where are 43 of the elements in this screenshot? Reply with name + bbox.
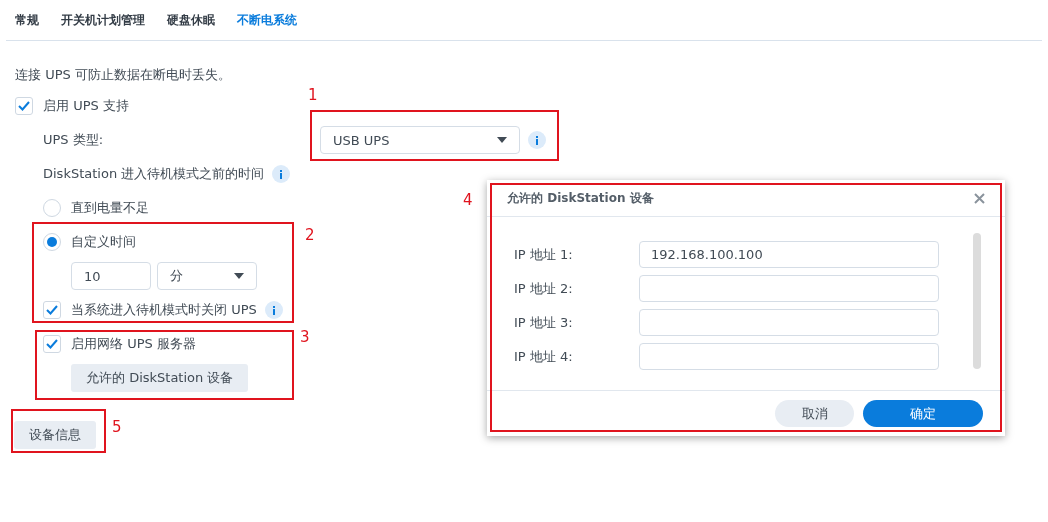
close-icon[interactable] xyxy=(974,192,985,204)
annotation-number: 2 xyxy=(305,226,315,244)
cancel-button[interactable]: 取消 xyxy=(775,400,854,427)
info-icon[interactable] xyxy=(528,131,546,149)
ok-button[interactable]: 确定 xyxy=(863,400,983,427)
ip-input-field[interactable] xyxy=(639,275,939,302)
ip-input-field[interactable] xyxy=(639,343,939,370)
scrollbar[interactable] xyxy=(973,233,981,369)
allowed-devices-button[interactable]: 允许的 DiskStation 设备 xyxy=(71,364,249,392)
ip-label: IP 地址 3: xyxy=(514,313,574,332)
field-label: UPS 类型: xyxy=(43,131,105,149)
ip-input-field[interactable]: 192.168.100.100 xyxy=(639,241,939,268)
device-info-button[interactable]: 设备信息 xyxy=(14,421,96,449)
time-input-field[interactable]: 10 xyxy=(71,262,151,290)
ups-type-dropdown[interactable]: USB UPS xyxy=(320,126,520,154)
checkbox[interactable] xyxy=(15,97,33,115)
intro-text: 连接 UPS 可防止数据在断电时丢失。 xyxy=(15,65,231,84)
checkbox-label: 当系统进入待机模式时关闭 UPS xyxy=(71,301,257,319)
info-icon[interactable] xyxy=(272,165,291,183)
checkbox-label: 启用网络 UPS 服务器 xyxy=(71,335,196,353)
field-label: DiskStation 进入待机模式之前的时间 xyxy=(43,165,265,183)
annotation-number: 1 xyxy=(308,86,318,104)
ip-label: IP 地址 4: xyxy=(514,347,574,366)
ip-label: IP 地址 1: xyxy=(514,245,574,264)
checkbox[interactable] xyxy=(43,301,61,319)
info-icon[interactable] xyxy=(264,301,283,319)
tab[interactable]: 硬盘休眠 xyxy=(167,11,215,29)
tab[interactable]: 不断电系统 xyxy=(237,11,297,29)
annotation-number: 4 xyxy=(463,191,473,209)
ip-input-field[interactable] xyxy=(639,309,939,336)
caret-icon xyxy=(497,137,507,143)
annotation-number: 3 xyxy=(300,328,310,346)
dialog-title: 允许的 DiskStation 设备 xyxy=(507,189,654,207)
tab[interactable]: 开关机计划管理 xyxy=(61,11,145,29)
unit-dropdown[interactable]: 分 xyxy=(157,262,257,290)
radio-label: 直到电量不足 xyxy=(71,199,149,217)
tab[interactable]: 常规 xyxy=(15,11,39,29)
caret-icon xyxy=(234,273,244,279)
checkbox[interactable] xyxy=(43,335,61,353)
checkbox-label: 启用 UPS 支持 xyxy=(43,97,129,115)
radio-label: 自定义时间 xyxy=(71,233,136,251)
annotation-number: 5 xyxy=(112,418,122,436)
ip-label: IP 地址 2: xyxy=(514,279,574,298)
